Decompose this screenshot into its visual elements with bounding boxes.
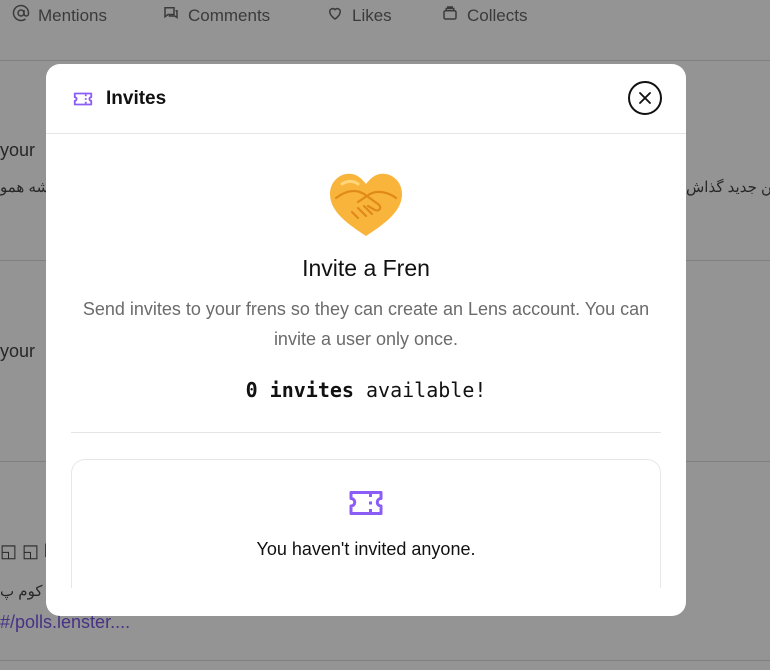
empty-state: You haven't invited anyone. — [71, 459, 661, 588]
invite-heading: Invite a Fren — [302, 255, 430, 281]
ticket-icon — [72, 88, 94, 110]
handshake-icon — [71, 172, 661, 238]
close-button[interactable] — [628, 81, 662, 115]
invite-count-suffix: available! — [366, 378, 487, 402]
invites-available: 0 invites available! — [71, 378, 661, 402]
modal-header: Invites — [46, 64, 686, 134]
invite-description: Send invites to your frens so they can c… — [82, 299, 650, 349]
modal-body: Invite a Fren Send invites to your frens… — [46, 172, 686, 588]
divider — [71, 432, 661, 433]
invite-count: 0 — [245, 378, 258, 402]
empty-state-text: You haven't invited anyone. — [256, 539, 476, 559]
close-icon — [635, 88, 655, 108]
invite-count-word: invites — [269, 378, 354, 402]
modal-title: Invites — [106, 87, 167, 109]
ticket-icon — [348, 488, 384, 518]
invites-modal: Invites Invite a Fren Send invites to yo… — [46, 64, 686, 616]
